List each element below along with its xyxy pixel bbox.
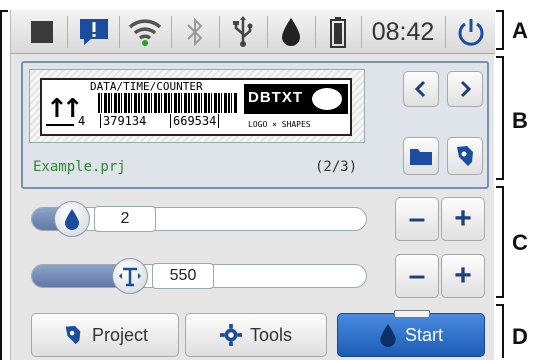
- bluetooth-icon: [177, 10, 213, 54]
- clock-time: 08:42: [371, 17, 435, 46]
- tools-button-label: Tools: [249, 324, 293, 345]
- prev-button[interactable]: [403, 71, 439, 107]
- barcode: [98, 93, 238, 113]
- project-panel: ↑↑ DATA/TIME/COUNTER 4 379134 669534 DBT…: [21, 61, 489, 189]
- section-c-label: C: [512, 230, 528, 255]
- chevron-left-icon: [414, 80, 426, 98]
- section-c-bracket: [496, 186, 504, 298]
- size-slider-track[interactable]: 550: [31, 258, 367, 294]
- start-button[interactable]: Start: [337, 310, 485, 357]
- logo-box: DBTXT: [244, 84, 348, 114]
- section-b-bracket: [496, 56, 504, 180]
- open-folder-button[interactable]: [403, 137, 439, 175]
- barcode-number-1: 379134: [100, 114, 146, 128]
- chevron-right-icon: [460, 80, 472, 98]
- ink-increase-button[interactable]: +: [441, 197, 485, 241]
- project-filename: Example.prj: [33, 159, 126, 175]
- barcode-prefix: 4: [78, 114, 86, 128]
- next-button[interactable]: [447, 71, 483, 107]
- ink-decrease-button[interactable]: –: [395, 197, 439, 241]
- size-slider-row: 550 – +: [31, 254, 485, 298]
- usb-icon: [225, 10, 261, 54]
- section-d-bracket: [496, 304, 504, 358]
- clock: 08:42: [365, 10, 441, 54]
- size-increase-button[interactable]: +: [441, 254, 485, 298]
- text-size-icon: [119, 267, 141, 287]
- ink-drop-icon: [273, 10, 309, 54]
- label-preview[interactable]: ↑↑ DATA/TIME/COUNTER 4 379134 669534 DBT…: [29, 69, 365, 143]
- project-button[interactable]: Project: [31, 313, 179, 357]
- barcode-number-2: 669534: [170, 114, 220, 128]
- edit-project-button[interactable]: [447, 137, 483, 175]
- section-a-bracket: [496, 10, 504, 50]
- tools-button[interactable]: Tools: [185, 313, 327, 357]
- stop-icon[interactable]: [27, 10, 57, 54]
- start-tab-indicator: [394, 310, 430, 318]
- project-button-label: Project: [91, 324, 149, 345]
- logo-caption: LOGO × SHAPES: [248, 120, 311, 129]
- size-slider-knob[interactable]: [112, 258, 148, 294]
- logo-text: DBTXT: [248, 89, 303, 106]
- ink-slider-row: 2 – +: [31, 197, 485, 241]
- size-value: 550: [152, 263, 214, 289]
- message-alert-icon[interactable]: [75, 10, 113, 54]
- underline: [46, 124, 74, 126]
- status-bar: 08:42: [11, 10, 495, 54]
- ink-drop-icon: [380, 324, 396, 347]
- project-edit-icon: [457, 146, 473, 166]
- ink-drop-icon: [65, 209, 79, 230]
- battery-icon: [321, 10, 355, 54]
- ink-slider-track[interactable]: 2: [31, 201, 367, 237]
- ink-slider-knob[interactable]: [54, 201, 90, 237]
- start-button-label: Start: [404, 324, 443, 345]
- device-screen: 08:42 ↑↑ DATA/TIME/COUNTER 4 379134 6695…: [10, 10, 495, 360]
- section-b-label: B: [512, 108, 528, 133]
- project-counter: (2/3): [315, 159, 358, 175]
- section-a-label: A: [512, 18, 528, 43]
- gear-icon: [219, 324, 242, 346]
- project-icon: [65, 325, 81, 345]
- power-icon[interactable]: [451, 10, 491, 54]
- size-decrease-button[interactable]: –: [395, 254, 439, 298]
- label-canvas: ↑↑ DATA/TIME/COUNTER 4 379134 669534 DBT…: [40, 78, 352, 136]
- ink-value: 2: [94, 206, 156, 232]
- wifi-icon: [125, 10, 165, 54]
- arrows-symbol: ↑↑: [46, 94, 83, 124]
- section-d-label: D: [512, 324, 528, 349]
- top-text: DATA/TIME/COUNTER: [90, 80, 203, 93]
- folder-icon: [410, 149, 432, 165]
- left-bracket: [0, 10, 8, 360]
